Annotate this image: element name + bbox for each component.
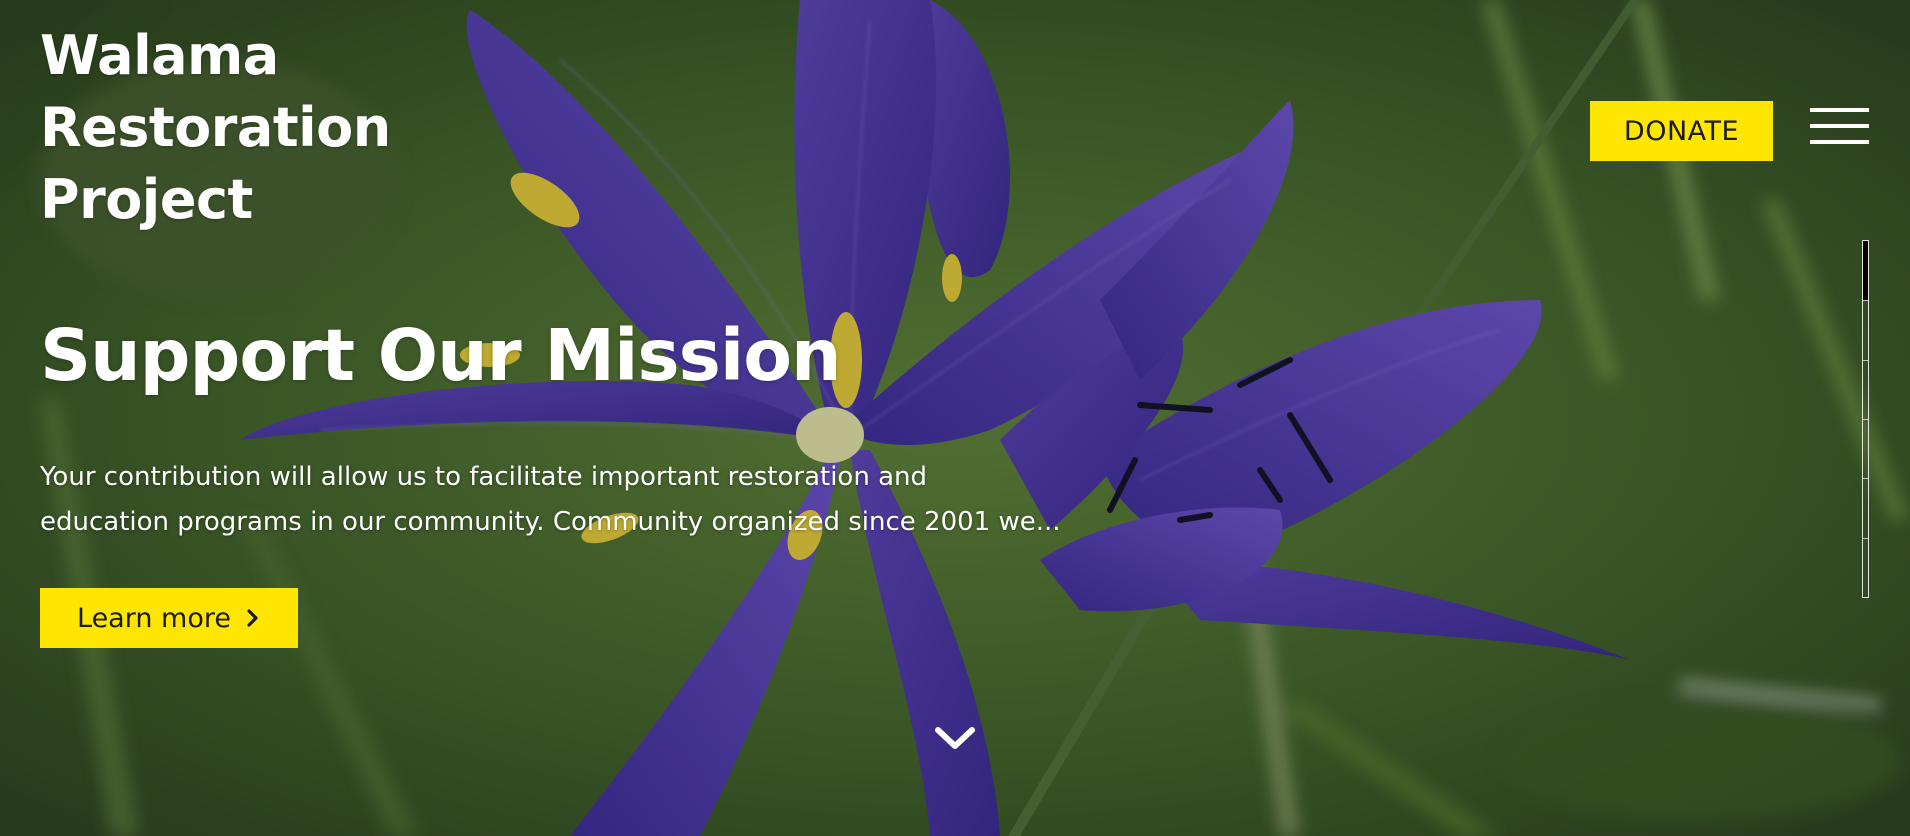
hero-description: Your contribution will allow us to facil… [40, 455, 1140, 545]
learn-more-label: Learn more [77, 602, 231, 634]
slide-progress-divider [1863, 300, 1868, 302]
donate-button[interactable]: DONATE [1590, 101, 1773, 161]
hero-description-line: Your contribution will allow us to facil… [40, 462, 927, 492]
slide-progress-divider [1863, 359, 1868, 361]
learn-more-button[interactable]: Learn more [40, 588, 298, 648]
chevron-down-icon [935, 727, 975, 749]
slide-progress-divider [1863, 537, 1868, 539]
slide-progress-divider [1863, 419, 1868, 420]
site-title-line: Restoration [40, 96, 391, 159]
site-title-line: Walama [40, 24, 279, 87]
slide-progress-indicator[interactable] [1862, 240, 1869, 598]
site-title-line: Project [40, 168, 253, 231]
scroll-down-button[interactable] [932, 723, 978, 753]
chevron-right-icon [247, 609, 258, 627]
slide-progress-fill [1863, 241, 1868, 301]
hero-description-line: education programs in our community. Com… [40, 507, 1061, 537]
site-title[interactable]: Walama Restoration Project [40, 20, 391, 236]
menu-button[interactable] [1810, 106, 1869, 146]
slide-progress-divider [1863, 478, 1868, 480]
hero-heading: Support Our Mission [40, 314, 842, 397]
